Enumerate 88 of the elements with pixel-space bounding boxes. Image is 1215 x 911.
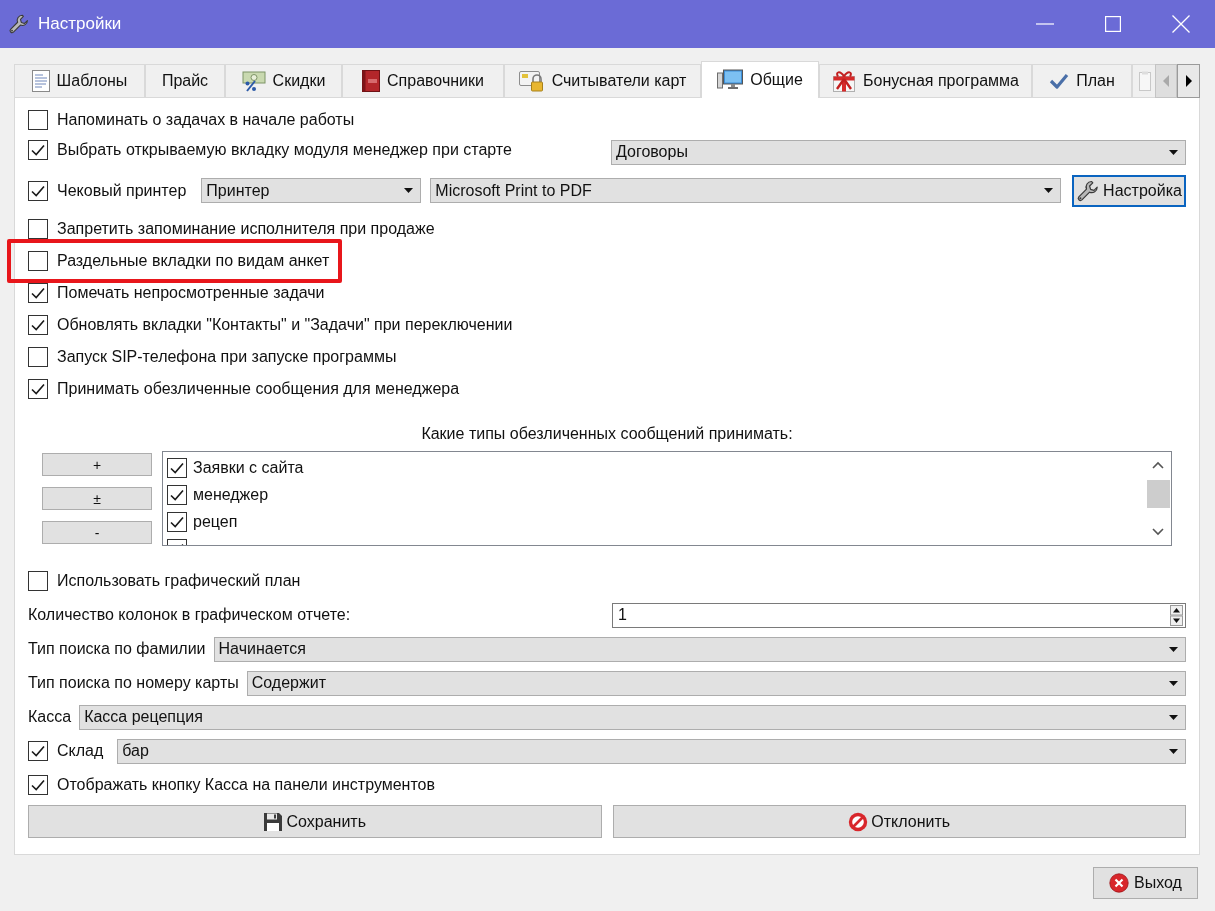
toggle-button[interactable]: ± bbox=[42, 487, 152, 510]
save-button[interactable]: Сохранить bbox=[28, 805, 602, 838]
checkbox-label: Чековый принтер bbox=[57, 180, 187, 201]
tab[interactable]: План bbox=[1032, 64, 1132, 98]
dropdown[interactable]: Договоры bbox=[611, 139, 1186, 165]
caret-icon bbox=[1169, 714, 1178, 720]
checkbox[interactable] bbox=[28, 571, 48, 591]
checkbox-label: Раздельные вкладки по видам анкет bbox=[57, 251, 330, 271]
list-item-label: рецеп bbox=[193, 511, 238, 532]
close-circle-icon bbox=[1109, 873, 1130, 893]
field-label: Касса bbox=[28, 707, 72, 727]
checkbox[interactable] bbox=[28, 283, 48, 303]
checkbox[interactable] bbox=[28, 315, 48, 335]
remove-button[interactable]: - bbox=[42, 521, 152, 544]
tab[interactable]: Бонусная программа bbox=[819, 64, 1032, 98]
minimize-icon bbox=[1036, 23, 1054, 25]
tab[interactable]: Шаблоны bbox=[14, 64, 145, 98]
caret-icon bbox=[1169, 646, 1178, 652]
dropdown[interactable]: Содержит bbox=[246, 670, 1186, 696]
wrench-icon bbox=[1076, 178, 1101, 203]
field-label: Тип поиска по номеру карты bbox=[28, 673, 239, 693]
section-title: Какие типы обезличенных сообщений принимать: bbox=[421, 424, 793, 444]
card-lock-icon bbox=[518, 70, 545, 92]
tab[interactable]: Скидки bbox=[225, 64, 342, 98]
checkbox[interactable] bbox=[28, 775, 48, 795]
checkbox-label: Выбрать открываемую вкладку модуля менеджер при старте bbox=[57, 139, 512, 160]
checkbox[interactable] bbox=[28, 379, 48, 399]
caret-icon bbox=[404, 188, 414, 193]
field-label: Количество колонок в графическом отчете: bbox=[28, 606, 351, 623]
maximize-icon bbox=[1105, 16, 1121, 32]
checkbox[interactable] bbox=[167, 457, 187, 478]
checkbox-label: Помечать непросмотренные задачи bbox=[57, 283, 325, 303]
dropdown[interactable]: Начинается bbox=[213, 636, 1186, 662]
tab-scroll-right-button[interactable] bbox=[1177, 64, 1200, 98]
scroll-down-icon[interactable] bbox=[1152, 528, 1164, 536]
wrench-icon bbox=[8, 13, 30, 35]
close-icon bbox=[1172, 15, 1190, 33]
computer-monitor-icon bbox=[717, 69, 744, 91]
cancel-button[interactable]: Отклонить bbox=[612, 805, 1186, 838]
add-button[interactable]: + bbox=[42, 453, 152, 476]
printer-settings-button[interactable]: Настройка bbox=[1072, 174, 1186, 207]
exit-button[interactable]: Выход bbox=[1093, 867, 1198, 899]
dropdown[interactable]: Касса рецепция bbox=[79, 704, 1186, 730]
checkbox[interactable] bbox=[167, 511, 187, 532]
clipboard-icon bbox=[1139, 71, 1151, 91]
list-item-label: Заявки с сайта bbox=[193, 457, 304, 478]
book-icon bbox=[362, 70, 381, 92]
checkbox[interactable] bbox=[28, 741, 48, 761]
right-arrow-icon bbox=[1185, 75, 1192, 87]
window-title: Настройки bbox=[38, 13, 122, 36]
checkbox-label: Отображать кнопку Касса на панели инструментов bbox=[57, 775, 435, 795]
checkbox[interactable] bbox=[28, 180, 48, 201]
left-arrow-icon bbox=[1163, 75, 1169, 87]
list-item-label: менеджер bbox=[193, 484, 269, 505]
checkbox-label: Запуск SIP-телефона при запуске программы bbox=[57, 347, 397, 367]
caret-icon bbox=[1169, 149, 1178, 155]
tab[interactable]: Прайс bbox=[145, 64, 225, 98]
checkbox-label: Использовать графический план bbox=[57, 571, 301, 591]
tab[interactable]: Считыватели карт bbox=[504, 64, 701, 98]
spin-arrows-icon[interactable] bbox=[1170, 604, 1183, 626]
spin-field[interactable]: 1 bbox=[612, 602, 1186, 628]
checkbox[interactable] bbox=[28, 110, 48, 130]
check-icon bbox=[1049, 72, 1070, 90]
checkbox-label: Напоминать о задачах в начале работы bbox=[57, 110, 355, 130]
scroll-up-icon[interactable] bbox=[1152, 461, 1164, 469]
checkbox-label: Обновлять вкладки "Контакты" и "Задачи" при переключении bbox=[57, 315, 513, 335]
field-label: Тип поиска по фамилии bbox=[28, 639, 206, 659]
checkbox-label: Склад bbox=[57, 741, 104, 761]
tab[interactable]: Справочники bbox=[342, 64, 504, 98]
checkbox[interactable] bbox=[28, 251, 48, 271]
caret-icon bbox=[1044, 188, 1053, 193]
checkbox-label: Запретить запоминание исполнителя при продаже bbox=[57, 219, 435, 239]
caret-icon bbox=[1169, 680, 1178, 686]
scrollbar-thumb[interactable] bbox=[1146, 480, 1170, 508]
checkbox-label: Принимать обезличенные сообщения для менеджера bbox=[57, 379, 460, 399]
gift-box-icon bbox=[832, 69, 857, 93]
dropdown[interactable]: бар bbox=[117, 738, 1186, 764]
checkbox[interactable] bbox=[28, 139, 48, 160]
banknote-percent-icon bbox=[241, 70, 266, 92]
checkbox[interactable] bbox=[28, 347, 48, 367]
document-icon bbox=[31, 70, 50, 92]
tab[interactable]: Общие bbox=[701, 61, 819, 98]
prohibited-icon bbox=[848, 811, 869, 832]
caret-icon bbox=[1169, 748, 1178, 754]
dropdown[interactable]: Принтер bbox=[201, 178, 422, 203]
dropdown[interactable]: Microsoft Print to PDF bbox=[430, 178, 1061, 203]
checkbox[interactable] bbox=[28, 219, 48, 239]
checkbox[interactable] bbox=[167, 484, 187, 505]
